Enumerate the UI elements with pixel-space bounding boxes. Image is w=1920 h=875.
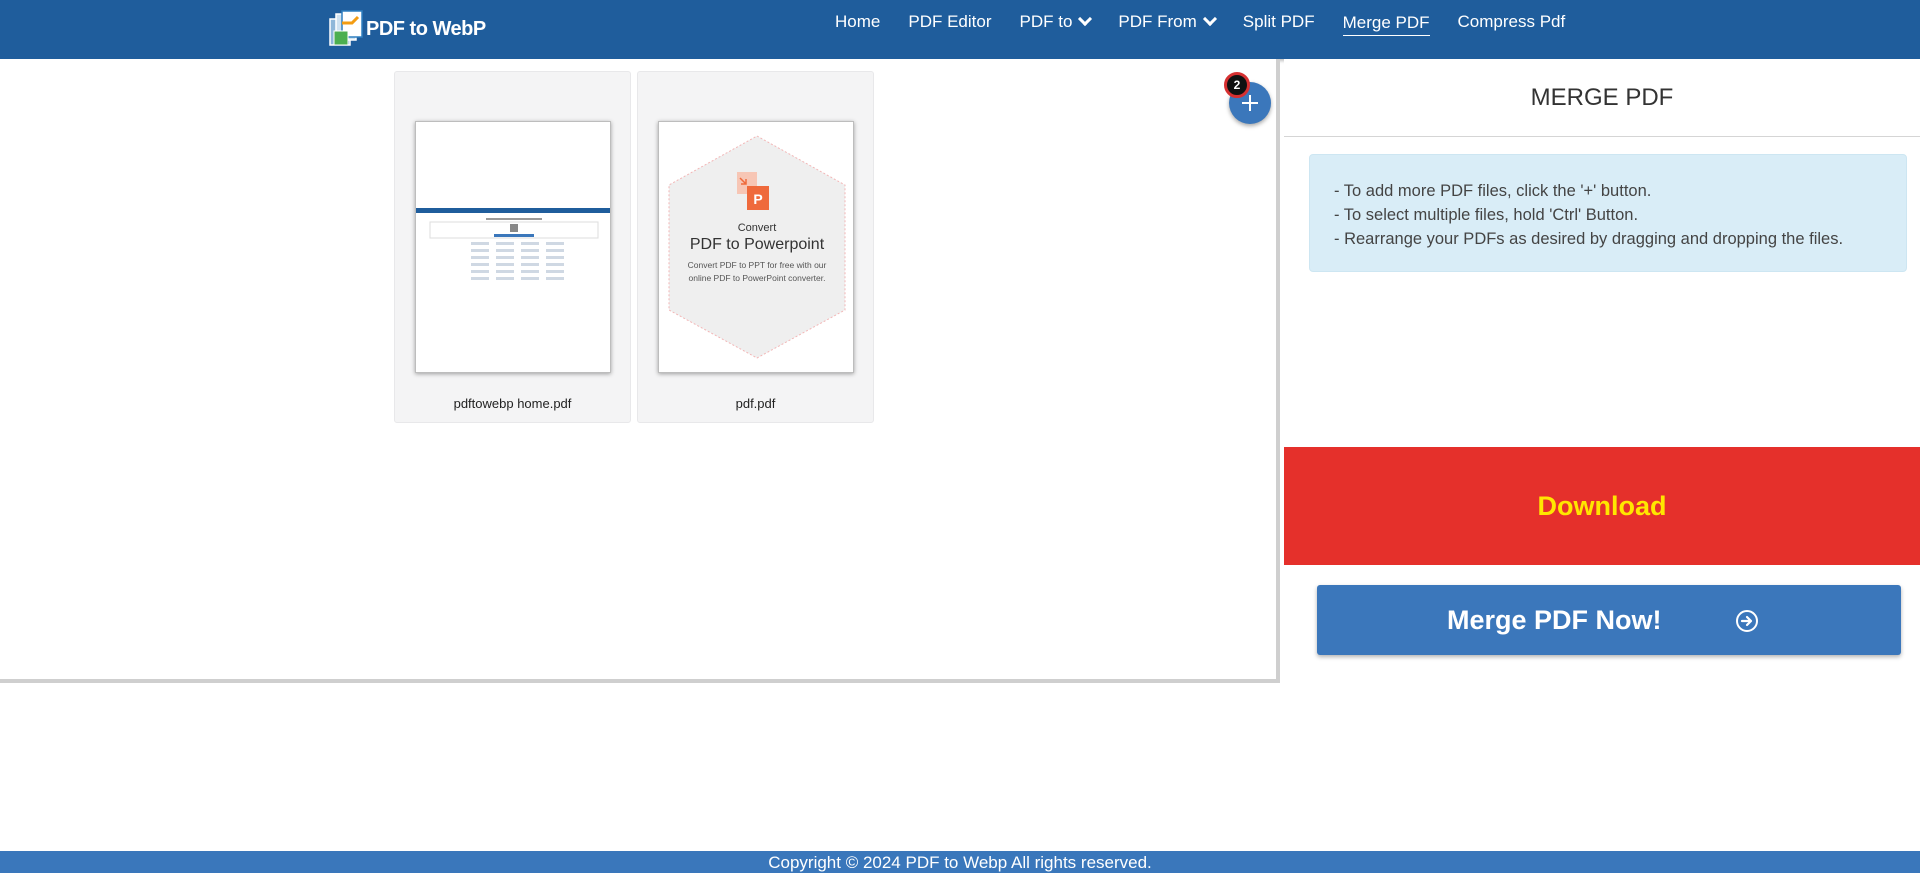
merge-button-label: Merge PDF Now! [1447, 604, 1662, 635]
nav-compress-pdf[interactable]: Compress Pdf [1458, 12, 1566, 32]
arrow-circle-right-icon [1736, 610, 1758, 632]
nav-home[interactable]: Home [835, 12, 880, 32]
nav-label: Merge PDF [1342, 12, 1430, 32]
file-thumbnail: P Convert PDF to Powerpoint Convert PDF … [658, 121, 854, 373]
nav-pdf-to[interactable]: PDF to [1019, 11, 1093, 32]
nav-merge-pdf[interactable]: Merge PDF [1342, 12, 1430, 36]
chevron-down-icon [1078, 11, 1093, 27]
svg-text:P: P [753, 191, 762, 207]
instruction-line: - To select multiple files, hold 'Ctrl' … [1334, 206, 1639, 224]
nav-label: PDF Editor [908, 12, 992, 31]
footer: Copyright © 2024 PDF to Webp All rights … [0, 851, 1920, 873]
preview-line: Convert PDF to PPT for free with our [687, 260, 827, 270]
nav-label: PDF to [1019, 12, 1073, 31]
file-workspace: pdftowebp home.pdf P Convert PDF to Powe… [0, 59, 1280, 683]
copyright-text: Copyright © 2024 PDF to Webp All rights … [768, 853, 1152, 872]
instruction-line: - Rearrange your PDFs as desired by drag… [1334, 230, 1844, 248]
nav-label: Split PDF [1242, 12, 1315, 31]
panel-title: MERGE PDF [1284, 59, 1920, 137]
download-button[interactable]: Download [1284, 447, 1920, 565]
download-label: Download [1537, 490, 1667, 521]
brand-name: PDF to WebP [366, 17, 486, 40]
preview-text: Convert PDF to Powerpoint Convert PDF to… [659, 222, 853, 283]
nav-label: Home [835, 12, 881, 31]
file-name: pdftowebp home.pdf [453, 396, 572, 411]
nav-pdf-from[interactable]: PDF From [1118, 11, 1217, 32]
instructions-box: - To add more PDF files, click the '+' b… [1309, 154, 1907, 272]
page-preview-image [416, 208, 610, 280]
nav-pdf-editor[interactable]: PDF Editor [908, 12, 991, 32]
file-name: pdf.pdf [735, 396, 776, 411]
main-nav: Home PDF Editor PDF to PDF From Split PD… [835, 0, 1593, 44]
instruction-line: - To add more PDF files, click the '+' b… [1334, 182, 1652, 200]
merge-panel: MERGE PDF - To add more PDF files, click… [1284, 59, 1920, 683]
nav-label: Compress Pdf [1457, 12, 1566, 31]
preview-line: Convert [737, 222, 777, 234]
preview-heading: PDF to Powerpoint [689, 236, 825, 253]
chevron-down-icon [1202, 11, 1217, 27]
preview-line: online PDF to PowerPoint converter. [688, 273, 826, 283]
file-count-badge: 2 [1224, 72, 1250, 98]
top-navbar: PDF to WebP Home PDF Editor PDF to PDF F… [0, 0, 1920, 59]
file-thumbnail [415, 121, 611, 373]
merge-pdf-now-button[interactable]: Merge PDF Now! [1317, 585, 1901, 655]
nav-label: PDF From [1118, 12, 1197, 31]
logo-icon [329, 10, 363, 46]
brand-logo[interactable]: PDF to WebP [328, 8, 486, 50]
file-card[interactable]: pdftowebp home.pdf [394, 71, 631, 423]
file-card[interactable]: P Convert PDF to Powerpoint Convert PDF … [637, 71, 874, 423]
nav-split-pdf[interactable]: Split PDF [1243, 12, 1315, 32]
